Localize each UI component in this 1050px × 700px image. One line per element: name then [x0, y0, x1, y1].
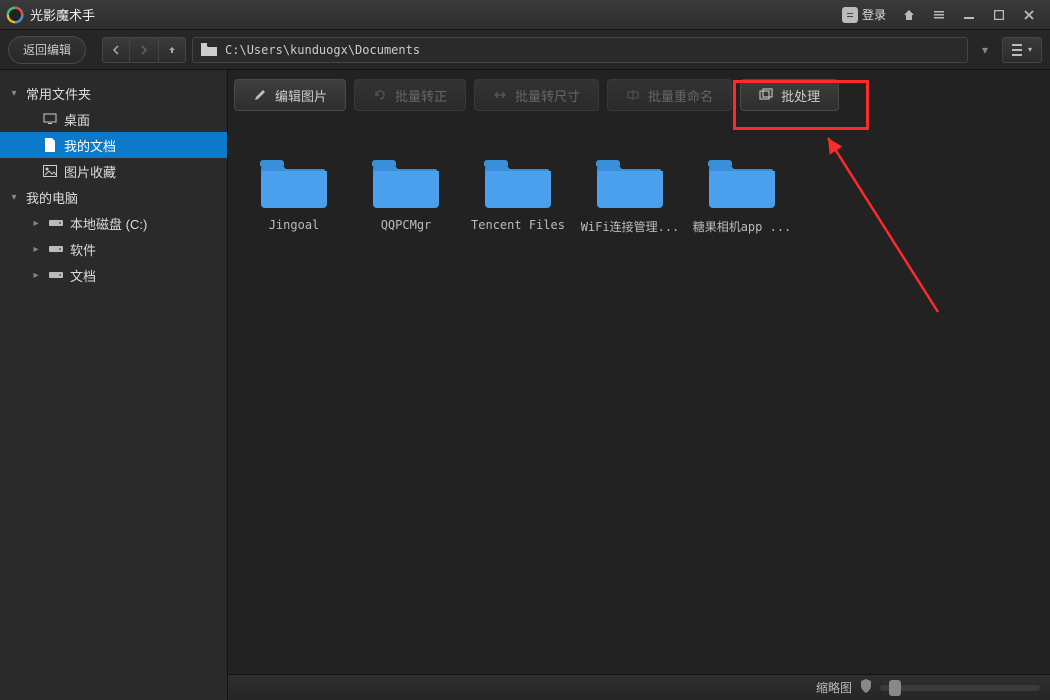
login-button[interactable]: 登录	[834, 4, 894, 25]
batch-rotate-label: 批量转正	[395, 86, 447, 105]
pic-collect-label: 图片收藏	[64, 162, 116, 181]
toolbar: 编辑图片 批量转正 批量转尺寸 批量重命名 批处理	[228, 70, 1050, 120]
sidebar-desktop[interactable]: 桌面	[0, 106, 227, 132]
folder-label: WiFi连接管理...	[581, 218, 680, 235]
disk-icon	[48, 242, 64, 256]
collapse-icon: ▾	[8, 192, 20, 203]
rotate-icon	[373, 88, 387, 102]
common-folders-label: 常用文件夹	[26, 84, 91, 103]
batch-process-button[interactable]: 批处理	[740, 79, 839, 111]
my-computer-label: 我的电脑	[26, 188, 78, 207]
expand-icon: ▸	[30, 218, 42, 229]
batch-rename-button[interactable]: 批量重命名	[607, 79, 732, 111]
back-to-edit-button[interactable]: 返回编辑	[8, 36, 86, 64]
disk-icon	[48, 216, 64, 230]
content-area: 编辑图片 批量转正 批量转尺寸 批量重命名 批处理	[228, 70, 1050, 700]
view-options-button[interactable]: ▾	[1002, 37, 1042, 63]
nav-up-button[interactable]	[158, 37, 186, 63]
zoom-thumb[interactable]	[889, 680, 901, 696]
desktop-label: 桌面	[64, 110, 90, 129]
sidebar-docs[interactable]: ▸ 文档	[0, 262, 227, 288]
nav-back-button[interactable]	[102, 37, 130, 63]
close-button[interactable]	[1014, 4, 1044, 26]
app-logo-icon	[6, 6, 24, 24]
pencil-icon	[253, 88, 267, 102]
user-icon	[842, 7, 858, 23]
minimize-button[interactable]	[954, 4, 984, 26]
disk-icon	[48, 268, 64, 282]
folder-item[interactable]: Tencent Files	[462, 150, 574, 241]
batch-icon	[759, 88, 773, 102]
sidebar-software[interactable]: ▸ 软件	[0, 236, 227, 262]
sidebar-local-disk-c[interactable]: ▸ 本地磁盘 (C:)	[0, 210, 227, 236]
home-button[interactable]	[894, 4, 924, 26]
folder-item[interactable]: Jingoal	[238, 150, 350, 241]
maximize-button[interactable]	[984, 4, 1014, 26]
sidebar: ▾ 常用文件夹 桌面 我的文档 图片收藏 ▾ 我的电脑 ▸ 本地磁盘 (C:) …	[0, 70, 228, 700]
path-input[interactable]: C:\Users\kunduogx\Documents	[192, 37, 968, 63]
batch-rename-label: 批量重命名	[648, 86, 713, 105]
batch-process-label: 批处理	[781, 86, 820, 105]
expand-icon: ▸	[30, 270, 42, 281]
software-label: 软件	[70, 240, 96, 259]
my-docs-label: 我的文档	[64, 136, 116, 155]
sidebar-my-documents[interactable]: 我的文档	[0, 132, 227, 158]
sidebar-picture-collection[interactable]: 图片收藏	[0, 158, 227, 184]
local-disk-label: 本地磁盘 (C:)	[70, 214, 147, 233]
titlebar: 光影魔术手 登录	[0, 0, 1050, 30]
folder-item[interactable]: QQPCMgr	[350, 150, 462, 241]
folder-label: Tencent Files	[471, 218, 565, 232]
folder-label: Jingoal	[269, 218, 320, 232]
path-text: C:\Users\kunduogx\Documents	[225, 43, 420, 57]
image-icon	[42, 164, 58, 178]
folder-item[interactable]: 糖果相机app ...	[686, 150, 798, 241]
path-dropdown-button[interactable]: ▾	[974, 43, 996, 57]
chevron-down-icon: ▾	[1028, 45, 1032, 54]
zoom-slider[interactable]	[880, 685, 1040, 691]
docs-label: 文档	[70, 266, 96, 285]
expand-icon: ▸	[30, 244, 42, 255]
folder-label: 糖果相机app ...	[693, 218, 792, 235]
nav-forward-button[interactable]	[130, 37, 158, 63]
folder-item[interactable]: WiFi连接管理...	[574, 150, 686, 241]
folder-icon	[201, 43, 217, 56]
document-icon	[42, 138, 58, 152]
rename-icon	[626, 88, 640, 102]
batch-resize-button[interactable]: 批量转尺寸	[474, 79, 599, 111]
shield-icon	[860, 679, 872, 696]
sidebar-my-computer[interactable]: ▾ 我的电脑	[0, 184, 227, 210]
navbar: 返回编辑 C:\Users\kunduogx\Documents ▾ ▾	[0, 30, 1050, 70]
collapse-icon: ▾	[8, 88, 20, 99]
edit-image-button[interactable]: 编辑图片	[234, 79, 346, 111]
login-label: 登录	[862, 6, 886, 23]
sidebar-common-folders[interactable]: ▾ 常用文件夹	[0, 80, 227, 106]
app-title: 光影魔术手	[30, 5, 95, 24]
folder-grid: Jingoal QQPCMgr Tencent Files WiFi连接管理..…	[228, 120, 1050, 700]
statusbar: 缩略图	[228, 674, 1050, 700]
batch-rotate-button[interactable]: 批量转正	[354, 79, 466, 111]
batch-resize-label: 批量转尺寸	[515, 86, 580, 105]
desktop-icon	[42, 112, 58, 126]
folder-label: QQPCMgr	[381, 218, 432, 232]
menu-button[interactable]	[924, 4, 954, 26]
back-edit-label: 返回编辑	[23, 41, 71, 58]
resize-icon	[493, 88, 507, 102]
edit-image-label: 编辑图片	[275, 86, 327, 105]
thumbnail-label: 缩略图	[816, 679, 852, 696]
